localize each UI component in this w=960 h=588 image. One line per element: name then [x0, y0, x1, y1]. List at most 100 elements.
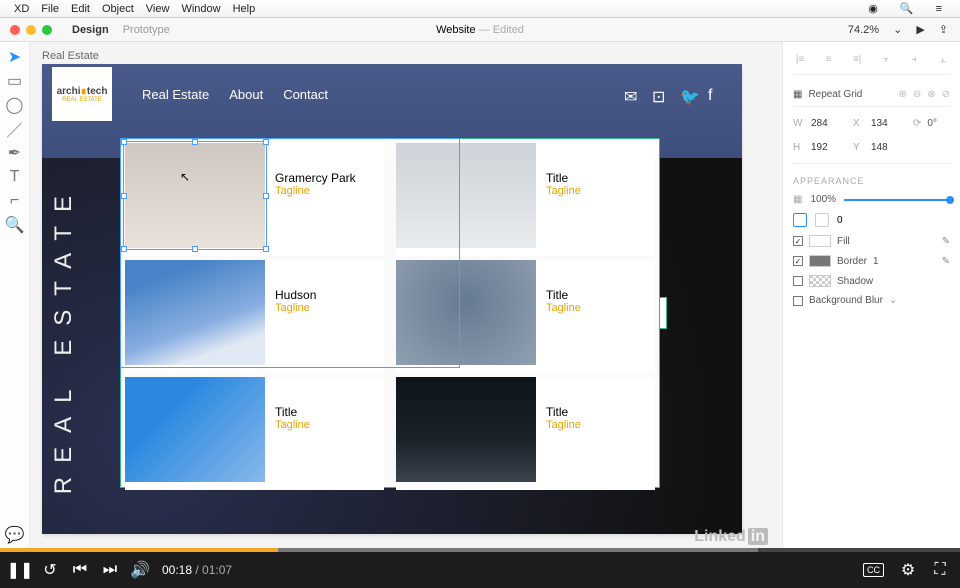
align-bottom-icon[interactable]: ⫠ [936, 52, 950, 66]
fill-swatch[interactable] [809, 235, 831, 247]
align-left-icon[interactable]: |≡ [793, 52, 807, 66]
align-top-icon[interactable]: ⫟ [879, 52, 893, 66]
chevron-down-icon[interactable]: ⌄ [889, 295, 897, 306]
tab-design[interactable]: Design [72, 24, 109, 36]
border-label: Border [837, 256, 867, 267]
mouse-cursor: ↖ [180, 170, 190, 184]
card-image [125, 143, 265, 248]
corner-independent-icon[interactable] [815, 213, 829, 227]
blur-checkbox[interactable] [793, 296, 803, 306]
y-input[interactable] [871, 139, 907, 155]
align-row: |≡ ≡ ≡| ⫟ ⫞ ⫠ [793, 48, 950, 75]
height-input[interactable] [811, 139, 847, 155]
menu-object[interactable]: Object [102, 3, 134, 15]
align-right-icon[interactable]: ≡| [850, 52, 864, 66]
menu-file[interactable]: File [41, 3, 59, 15]
replay-button[interactable]: ↺ [42, 562, 58, 578]
card-tagline: Tagline [275, 302, 316, 314]
shadow-checkbox[interactable] [793, 276, 803, 286]
border-width[interactable]: 1 [873, 256, 879, 267]
card-title: Title [546, 171, 581, 185]
mode-tabs: Design Prototype [72, 24, 170, 36]
app-window: XD File Edit Object View Window Help ◉ 🔍… [0, 0, 960, 552]
rotation-value[interactable]: 0° [927, 118, 937, 129]
pause-button[interactable]: ❚❚ [12, 562, 28, 578]
site-logo: archi∎tech REAL ESTATE [52, 67, 112, 121]
rotate-icon[interactable]: ⟳ [913, 118, 921, 129]
settings-gear-icon[interactable]: ⚙ [900, 562, 916, 578]
prev-button[interactable]: ⏮ [72, 562, 88, 578]
boolean-subtract-icon[interactable]: ⊖ [913, 89, 921, 100]
width-input[interactable] [811, 115, 847, 131]
zoom-tool[interactable]: 🔍 [8, 218, 22, 232]
repeat-grid-button[interactable]: Repeat Grid [808, 89, 862, 100]
menu-edit[interactable]: Edit [71, 3, 90, 15]
opacity-icon: ▦ [793, 194, 802, 205]
nav-link: About [229, 87, 263, 102]
pen-tool[interactable]: ✒ [8, 146, 22, 160]
app-title-bar: Design Prototype Website — Edited 74.2% … [0, 18, 960, 42]
menu-help[interactable]: Help [233, 3, 256, 15]
card-title: Hudson [275, 288, 316, 302]
align-center-icon[interactable]: ≡ [822, 52, 836, 66]
rectangle-tool[interactable]: ▭ [8, 74, 22, 88]
spotlight-icon[interactable]: 🔍 [900, 2, 914, 15]
minimize-button[interactable] [26, 25, 36, 35]
fill-checkbox[interactable]: ✓ [793, 236, 803, 246]
card-image [396, 143, 536, 248]
repeat-grid[interactable]: Gramercy ParkTagline TitleTagline Hudson… [120, 138, 660, 488]
video-progress[interactable] [0, 548, 960, 552]
close-button[interactable] [10, 25, 20, 35]
select-tool[interactable]: ➤ [8, 50, 22, 64]
menubar-extra-icon[interactable]: ≡ [936, 3, 942, 15]
boolean-intersect-icon[interactable]: ⊗ [927, 89, 935, 100]
mac-menu-bar: XD File Edit Object View Window Help ◉ 🔍… [0, 0, 960, 18]
zoom-button[interactable] [42, 25, 52, 35]
eyedropper-icon[interactable]: ✎ [942, 256, 950, 267]
card-tagline: Tagline [546, 185, 581, 197]
grid-card: HudsonTagline [125, 260, 384, 373]
opacity-value[interactable]: 100% [810, 194, 836, 205]
boolean-add-icon[interactable]: ⊕ [898, 89, 906, 100]
menu-view[interactable]: View [146, 3, 170, 15]
card-image [125, 377, 265, 482]
align-middle-icon[interactable]: ⫞ [907, 52, 921, 66]
artboard-tool[interactable]: ⌐ [8, 194, 22, 208]
menu-app[interactable]: XD [14, 3, 29, 15]
window-controls [10, 25, 52, 35]
screencast-icon[interactable]: ◉ [868, 2, 878, 15]
chevron-down-icon[interactable]: ⌄ [893, 23, 902, 36]
opacity-slider[interactable] [844, 199, 950, 201]
share-button[interactable]: ⇪ [939, 23, 948, 36]
next-button[interactable]: ⏭ [102, 562, 118, 578]
corner-radius-input[interactable] [837, 215, 867, 226]
comment-icon[interactable]: 💬 [8, 528, 22, 542]
zoom-level[interactable]: 74.2% [848, 24, 879, 36]
preview-button[interactable]: ▶ [916, 23, 924, 36]
card-title: Gramercy Park [275, 171, 356, 185]
border-checkbox[interactable]: ✓ [793, 256, 803, 266]
tab-prototype[interactable]: Prototype [123, 24, 170, 36]
canvas[interactable]: Real Estate REAL ESTATE archi∎tech REAL … [30, 42, 782, 552]
cc-button[interactable]: CC [863, 563, 884, 577]
repeat-grid-icon: ▦ [793, 89, 802, 100]
artboard-label[interactable]: Real Estate [42, 50, 99, 62]
twitter-icon: 🐦 [680, 87, 694, 101]
corner-same-icon[interactable] [793, 213, 807, 227]
boolean-exclude-icon[interactable]: ⊘ [942, 89, 950, 100]
shadow-swatch[interactable] [809, 275, 831, 287]
line-tool[interactable]: ／ [8, 122, 22, 136]
tool-sidebar: ➤ ▭ ◯ ／ ✒ T ⌐ 🔍 💬 [0, 42, 30, 552]
border-swatch[interactable] [809, 255, 831, 267]
x-input[interactable] [871, 115, 907, 131]
volume-button[interactable]: 🔊 [132, 562, 148, 578]
grid-card: TitleTagline [396, 260, 655, 373]
fullscreen-button[interactable]: ⛶ [932, 562, 948, 578]
text-tool[interactable]: T [8, 170, 22, 184]
artboard[interactable]: REAL ESTATE archi∎tech REAL ESTATE Real … [42, 64, 742, 534]
ellipse-tool[interactable]: ◯ [8, 98, 22, 112]
fill-label: Fill [837, 236, 850, 247]
video-player-bar: ❚❚ ↺ ⏮ ⏭ 🔊 00:18 / 01:07 CC ⚙ ⛶ [0, 552, 960, 588]
eyedropper-icon[interactable]: ✎ [942, 236, 950, 247]
menu-window[interactable]: Window [181, 3, 220, 15]
